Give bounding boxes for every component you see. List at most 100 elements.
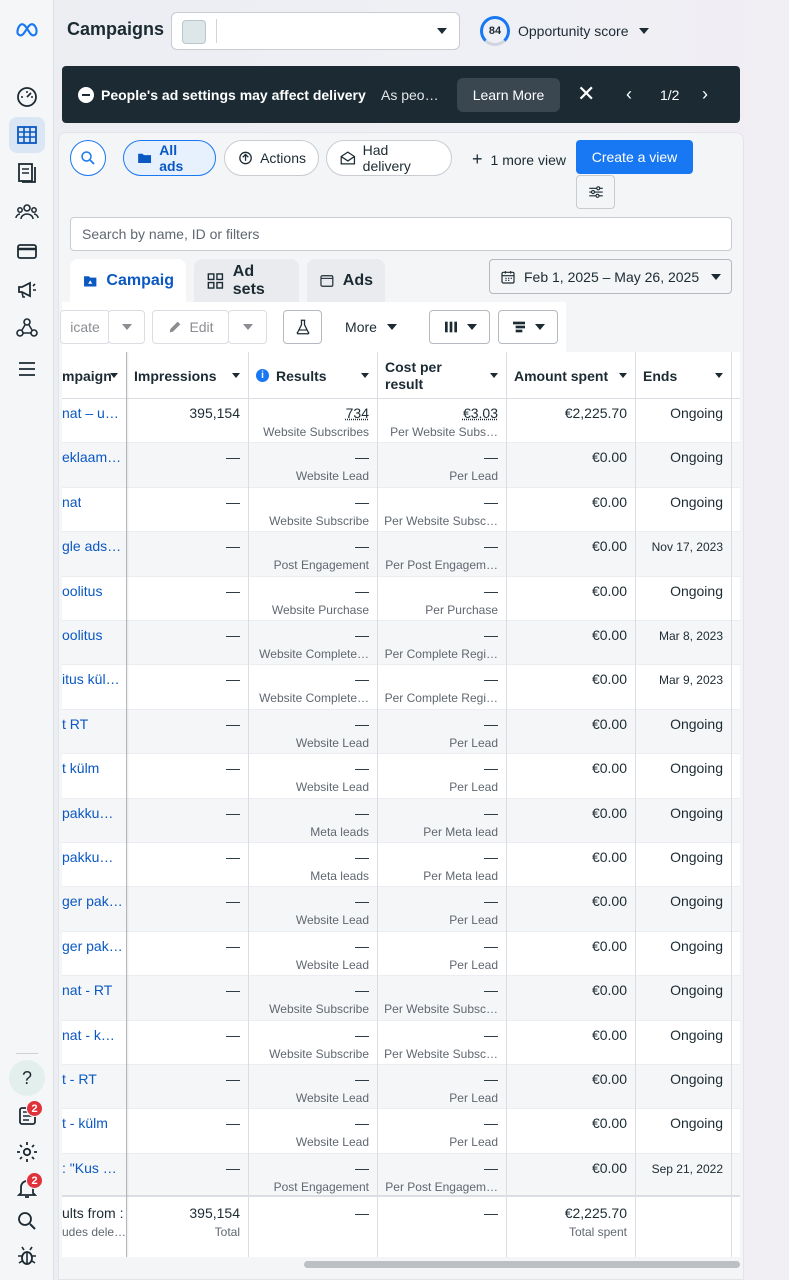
horizontal-scrollbar[interactable] bbox=[304, 1261, 740, 1268]
cell-name[interactable]: itus kül… bbox=[62, 665, 126, 709]
cell-name-value[interactable]: nat - k… bbox=[62, 1027, 115, 1043]
table-row[interactable]: oolitus — — Website Purchase — Per Purchase €0… bbox=[62, 577, 740, 621]
cell-name-value[interactable]: nat – u… bbox=[62, 405, 119, 421]
chevron-right-icon[interactable]: › bbox=[702, 84, 708, 104]
tab-campaigns[interactable]: Campaig bbox=[70, 259, 186, 303]
search-input[interactable] bbox=[70, 217, 732, 251]
breakdown-button[interactable] bbox=[498, 310, 558, 344]
news-feed-icon[interactable]: 2 bbox=[9, 1098, 45, 1134]
duplicate-dropdown[interactable] bbox=[108, 310, 145, 344]
table-row[interactable]: t - külm — — Website Lead — Per Lead €0.00 Ongo… bbox=[62, 1109, 740, 1154]
cell-name[interactable]: oolitus bbox=[62, 577, 126, 621]
table-row[interactable]: eklaami… — — Website Lead — Per Lead €0.00 Ongo… bbox=[62, 443, 740, 488]
cell-name-value[interactable]: t RT bbox=[62, 716, 88, 732]
business-network-icon[interactable] bbox=[9, 310, 45, 346]
columns-button[interactable] bbox=[429, 310, 490, 344]
cell-name-value[interactable]: t - RT bbox=[62, 1071, 97, 1087]
cell-name[interactable]: oolitus bbox=[62, 621, 126, 665]
cell-name-value[interactable]: oolitus bbox=[62, 627, 102, 643]
had-delivery-view[interactable]: Had delivery bbox=[326, 140, 452, 176]
campaigns-table-icon[interactable] bbox=[9, 117, 45, 153]
column-header-results[interactable]: i Results bbox=[248, 352, 377, 399]
table-row[interactable]: gle ads… — — Post Engagement — Per Post Engag… bbox=[62, 532, 740, 577]
help-icon[interactable]: ? bbox=[9, 1060, 45, 1096]
column-header-cost-per-result[interactable]: Cost per result bbox=[377, 352, 506, 399]
cell-name-value[interactable]: itus kül… bbox=[62, 671, 120, 687]
cell-name[interactable]: t RT bbox=[62, 710, 126, 754]
table-row[interactable]: oolitus — — Website Complete… — Per Complete … bbox=[62, 621, 740, 666]
ads-megaphone-icon[interactable] bbox=[9, 271, 45, 307]
cell-name[interactable]: t - RT bbox=[62, 1065, 126, 1109]
column-header-campaign[interactable]: mpaign bbox=[62, 352, 126, 399]
column-header-impressions[interactable]: Impressions bbox=[126, 352, 248, 399]
date-range-picker[interactable]: Feb 1, 2025 – May 26, 2025 bbox=[489, 259, 732, 294]
cell-name[interactable]: eklaami… bbox=[62, 443, 126, 487]
menu-hamburger-icon[interactable] bbox=[9, 351, 45, 387]
cell-name[interactable]: nat - k… bbox=[62, 1021, 126, 1065]
actions-view[interactable]: Actions bbox=[224, 140, 319, 176]
bug-report-icon[interactable] bbox=[9, 1238, 45, 1274]
edit-dropdown[interactable] bbox=[228, 310, 267, 344]
table-row[interactable]: itus kül… — — Website Complete… — Per Complet… bbox=[62, 665, 740, 710]
cell-name-value[interactable]: oolitus bbox=[62, 583, 102, 599]
duplicate-button[interactable]: icate bbox=[60, 310, 110, 344]
cell-name-value[interactable]: ger pak… bbox=[62, 938, 123, 954]
cell-name[interactable]: nat – u… bbox=[62, 399, 126, 443]
experiments-button[interactable] bbox=[283, 310, 322, 344]
search-toggle-button[interactable] bbox=[70, 140, 106, 176]
opportunity-score[interactable]: 84 Opportunity score bbox=[480, 16, 649, 46]
create-view-button[interactable]: Create a view bbox=[576, 140, 693, 174]
cell-name[interactable]: ger pak… bbox=[62, 932, 126, 976]
cell-name[interactable]: gle ads… bbox=[62, 532, 126, 576]
cell-name-value[interactable]: gle ads… bbox=[62, 538, 121, 554]
search-icon[interactable] bbox=[9, 1203, 45, 1239]
more-views-button[interactable]: +1 more view bbox=[472, 149, 566, 170]
table-row[interactable]: ger pak… — — Website Lead — Per Lead €0.00 Ongo… bbox=[62, 932, 740, 977]
cell-name-value[interactable]: nat bbox=[62, 494, 81, 510]
table-row[interactable]: nat - RT — — Website Subscribe — Per Website … bbox=[62, 976, 740, 1021]
meta-logo-icon[interactable] bbox=[9, 11, 45, 47]
table-row[interactable]: : "Kus … — — Post Engagement — Per Post Engag… bbox=[62, 1153, 740, 1199]
edit-button[interactable]: Edit bbox=[152, 310, 229, 344]
cell-name[interactable]: nat bbox=[62, 488, 126, 532]
settings-gear-icon[interactable] bbox=[9, 1134, 45, 1170]
cell-name-value[interactable]: : "Kus … bbox=[62, 1160, 117, 1176]
notifications-bell-icon[interactable]: 2 bbox=[9, 1170, 45, 1206]
chevron-left-icon[interactable]: ‹ bbox=[626, 84, 632, 104]
tab-ad-sets[interactable]: Ad sets bbox=[194, 259, 299, 303]
info-icon[interactable]: i bbox=[256, 369, 269, 382]
all-ads-view[interactable]: All ads bbox=[123, 140, 216, 176]
catalog-book-icon[interactable] bbox=[9, 155, 45, 191]
cell-name-value[interactable]: t - külm bbox=[62, 1115, 108, 1131]
table-row[interactable]: pakku… — — Meta leads — Per Meta lead €0.00 Ong… bbox=[62, 843, 740, 888]
billing-card-icon[interactable] bbox=[9, 233, 45, 269]
cell-name[interactable]: ger pak… bbox=[62, 887, 126, 931]
table-row[interactable]: pakku… — — Meta leads — Per Meta lead €0.00 Ong… bbox=[62, 798, 740, 843]
cell-name-value[interactable]: pakku… bbox=[62, 849, 113, 865]
tab-ads[interactable]: Ads bbox=[307, 259, 385, 303]
column-header-ends[interactable]: Ends bbox=[635, 352, 731, 399]
table-row[interactable]: t külm — — Website Lead — Per Lead €0.00 Ongoin… bbox=[62, 754, 740, 799]
learn-more-button[interactable]: Learn More bbox=[457, 78, 560, 112]
more-button[interactable]: More bbox=[332, 310, 410, 344]
cell-name[interactable]: pakku… bbox=[62, 843, 126, 887]
close-icon[interactable]: ✕ bbox=[577, 83, 595, 105]
table-row[interactable]: t - RT — — Website Lead — Per Lead €0.00 Ongoin… bbox=[62, 1065, 740, 1110]
column-header-amount-spent[interactable]: Amount spent bbox=[506, 352, 635, 399]
cell-name[interactable]: pakku… bbox=[62, 799, 126, 843]
cell-name[interactable]: nat - RT bbox=[62, 976, 126, 1020]
table-row[interactable]: nat - k… — — Website Subscribe — Per Website … bbox=[62, 1021, 740, 1065]
audiences-people-icon[interactable] bbox=[9, 194, 45, 230]
table-row[interactable]: ger pak… — — Website Lead — Per Lead €0.00 Ongo… bbox=[62, 887, 740, 932]
cell-name[interactable]: t - külm bbox=[62, 1109, 126, 1153]
cell-name-value[interactable]: ger pak… bbox=[62, 893, 123, 909]
filter-settings-button[interactable] bbox=[576, 175, 615, 209]
table-row[interactable]: t RT — — Website Lead — Per Lead €0.00 Ongoing bbox=[62, 709, 740, 755]
ad-account-selector[interactable] bbox=[171, 12, 460, 50]
table-row[interactable]: nat — — Website Subscribe — Per Website Subsc… bbox=[62, 488, 740, 533]
cell-name[interactable]: t külm bbox=[62, 754, 126, 798]
cell-name-value[interactable]: eklaami… bbox=[62, 449, 124, 465]
cell-name-value[interactable]: pakku… bbox=[62, 805, 113, 821]
cell-name-value[interactable]: t külm bbox=[62, 760, 99, 776]
cell-name[interactable]: : "Kus … bbox=[62, 1154, 126, 1198]
